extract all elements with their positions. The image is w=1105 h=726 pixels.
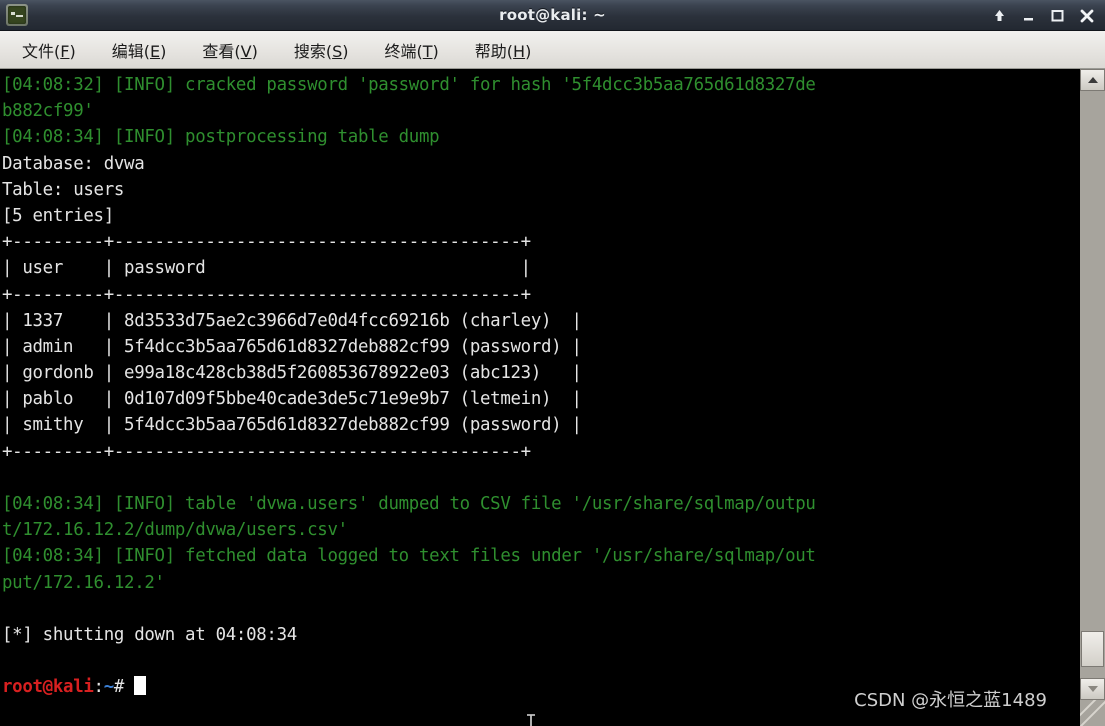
table-header-row: | user | password | (2, 258, 531, 279)
entries-count: [5 entries] (2, 205, 114, 226)
blank-2 (2, 596, 1079, 622)
menu-item-edit[interactable]: 编辑(E) (112, 38, 167, 62)
terminal-body: [04:08:32] [INFO] cracked password 'pass… (0, 69, 1105, 726)
table-border-bottom: +---------+-----------------------------… (2, 441, 531, 462)
table-row-smithy: | smithy | 5f4dcc3b5aa765d61d8327deb882c… (2, 415, 582, 436)
prompt-sigil: # (113, 677, 125, 698)
menu-label-search: 搜索 (293, 41, 326, 61)
log-csv-dump-2: t/172.16.12.2/dump/dvwa/users.csv' (2, 520, 348, 541)
resize-grip-icon[interactable] (1080, 700, 1105, 726)
table-row-1337: | 1337 | 8d3533d75ae2c3966d7e0d4fcc69216… (2, 310, 582, 331)
menu-item-terminal[interactable]: 终端(T) (384, 38, 438, 62)
menu-item-view[interactable]: 查看(V) (202, 38, 257, 62)
log-cracked-2: b882cf99' (2, 101, 94, 122)
scroll-down-icon[interactable] (1080, 678, 1105, 700)
scroll-up-icon[interactable] (1080, 69, 1105, 91)
prompt-colon: : (93, 677, 104, 698)
menu-item-file[interactable]: 文件(F) (22, 38, 76, 62)
menu-accel-edit: E (149, 41, 161, 61)
blank-3 (2, 648, 1079, 674)
menu-label-terminal: 终端 (384, 41, 417, 61)
table-row-pablo: | pablo | 0d107d09f5bbe40cade3de5c71e9e9… (2, 389, 582, 410)
title-bar[interactable]: root@kali: ~ (0, 0, 1105, 31)
menu-item-search[interactable]: 搜索(S) (294, 38, 349, 62)
scroll-track[interactable] (1080, 91, 1105, 678)
shell-prompt-line: root@kali:~# (2, 674, 1079, 700)
menu-label-edit: 编辑 (111, 41, 144, 61)
menu-label-help: 帮助 (474, 41, 507, 61)
table-row-admin: | admin | 5f4dcc3b5aa765d61d8327deb882cf… (2, 336, 582, 357)
prompt-user-host: root@kali (2, 677, 94, 698)
table-row-gordonb: | gordonb | e99a18c428cb38d5f26085367892… (2, 363, 582, 384)
menu-accel-view: V (240, 41, 252, 61)
menu-label-view: 查看 (202, 41, 235, 61)
block-cursor (134, 676, 147, 696)
menu-accel-help: H (513, 41, 526, 61)
menu-accel-search: S (332, 41, 343, 61)
window-controls (992, 8, 1105, 23)
log-fetched-2: put/172.16.12.2' (2, 572, 165, 593)
log-fetched-1: [04:08:34] [INFO] fetched data logged to… (2, 546, 816, 567)
table-border-mid: +---------+-----------------------------… (2, 284, 531, 305)
log-csv-dump-1: [04:08:34] [INFO] table 'dvwa.users' dum… (2, 494, 816, 514)
window-title: root@kali: ~ (499, 6, 606, 24)
prompt-path: ~ (103, 677, 114, 698)
terminal-scrollbar[interactable] (1079, 69, 1105, 726)
log-postprocessing: [04:08:34] [INFO] postprocessing table d… (2, 127, 440, 148)
database-label: Database: dvwa (2, 153, 145, 174)
mouse-ibeam-cursor (524, 713, 538, 726)
menu-item-help[interactable]: 帮助(H) (475, 38, 532, 62)
terminal-output[interactable]: [04:08:32] [INFO] cracked password 'pass… (0, 69, 1079, 726)
blank-1 (2, 465, 1079, 491)
shutting-down: [*] shutting down at 04:08:34 (2, 624, 297, 645)
menu-accel-terminal: T (422, 41, 433, 61)
maximize-button[interactable] (1050, 8, 1065, 23)
terminal-icon (6, 4, 28, 26)
menu-label-file: 文件 (22, 41, 55, 61)
shade-button[interactable] (992, 8, 1007, 23)
table-border-top: +---------+-----------------------------… (2, 232, 531, 253)
terminal-window: root@kali: ~ 文件(F) 编辑(E) 查看(V) 搜索(S) 终端(… (0, 0, 1105, 726)
log-cracked-1: [04:08:32] [INFO] cracked password 'pass… (2, 75, 816, 95)
close-button[interactable] (1079, 8, 1094, 23)
scroll-thumb[interactable] (1081, 631, 1104, 667)
table-label: Table: users (2, 179, 125, 200)
menu-bar: 文件(F) 编辑(E) 查看(V) 搜索(S) 终端(T) 帮助(H) (0, 31, 1105, 69)
menu-accel-file: F (60, 41, 70, 61)
minimize-button[interactable] (1021, 8, 1036, 23)
